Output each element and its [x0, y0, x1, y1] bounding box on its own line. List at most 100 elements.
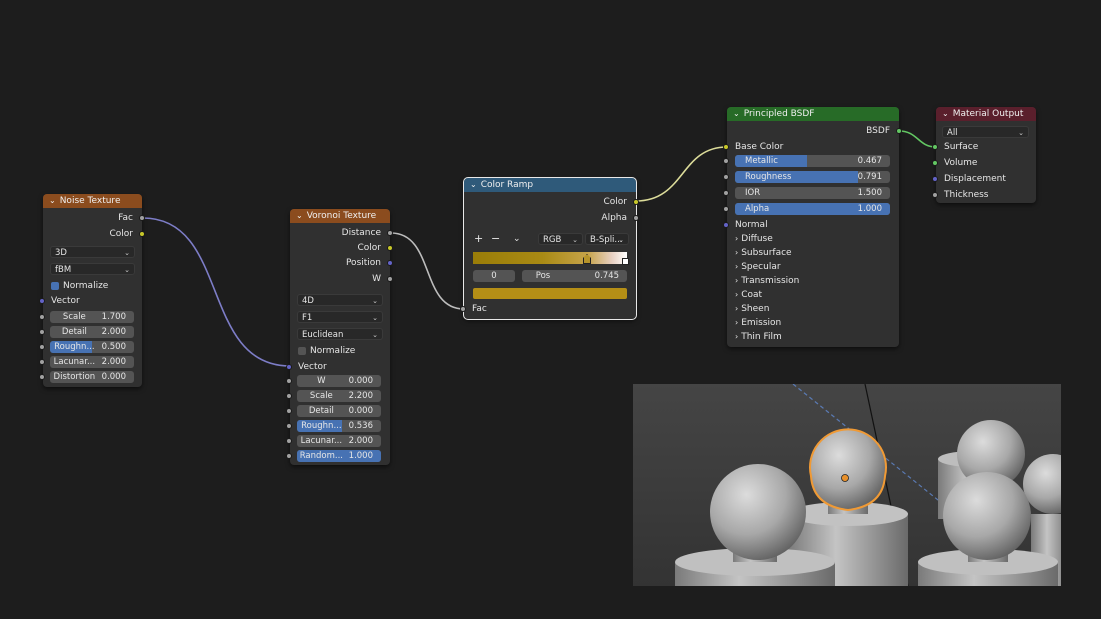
socket-bsdf[interactable]: [896, 128, 902, 134]
ramp-stop-index-field[interactable]: 0: [473, 270, 515, 282]
panel-sheen[interactable]: › Sheen: [735, 302, 769, 316]
socket-lacunar[interactable]: [286, 438, 292, 444]
field-scale[interactable]: Scale 1.700: [50, 311, 134, 323]
field-label: Lacunar...: [300, 436, 343, 446]
panel-coat[interactable]: › Coat: [735, 288, 762, 302]
color-ramp-gradient[interactable]: [473, 252, 627, 264]
socket-roughn[interactable]: [286, 423, 292, 429]
socket-alpha[interactable]: [723, 206, 729, 212]
socket-lacunar[interactable]: [39, 359, 45, 365]
field-ior[interactable]: IOR 1.500: [735, 187, 890, 199]
noise-dimensions-dropdown[interactable]: 3D ⌄: [50, 246, 135, 258]
socket-scale[interactable]: [286, 393, 292, 399]
noise-texture-node[interactable]: ⌄ Noise Texture Fac Color 3D ⌄ fBM ⌄ Normal…: [39, 194, 145, 387]
voronoi-metric-dropdown[interactable]: Euclidean ⌄: [297, 328, 383, 340]
material-output-node[interactable]: ⌄ Material Output All ⌄ Surface Volume Displ…: [932, 107, 1036, 203]
socket-scale[interactable]: [39, 314, 45, 320]
remove-stop-button[interactable]: −: [491, 233, 500, 245]
field-scale[interactable]: Scale 2.200: [297, 390, 381, 402]
socket-alpha[interactable]: [633, 215, 639, 221]
field-roughn[interactable]: Roughn... 0.536: [297, 420, 381, 432]
ramp-stop-handle-end[interactable]: [622, 258, 629, 265]
principled-bsdf-node[interactable]: ⌄ Principled BSDF BSDF Base Color Metalli…: [723, 107, 902, 347]
checkbox-unchecked-icon[interactable]: [298, 346, 306, 355]
chevron-down-icon[interactable]: ⌄: [733, 107, 740, 121]
chevron-right-icon: ›: [735, 332, 739, 341]
socket-color[interactable]: [633, 199, 639, 205]
principled-bsdf-header[interactable]: ⌄ Principled BSDF: [727, 107, 899, 121]
chevron-down-icon[interactable]: ⌄: [49, 194, 56, 208]
socket-detail[interactable]: [286, 408, 292, 414]
output-target-dropdown[interactable]: All ⌄: [942, 126, 1029, 138]
field-detail[interactable]: Detail 2.000: [50, 326, 134, 338]
socket-metallic[interactable]: [723, 158, 729, 164]
panel-specular[interactable]: › Specular: [735, 260, 781, 274]
socket-normal[interactable]: [723, 222, 729, 228]
socket-volume[interactable]: [932, 160, 938, 166]
ramp-position-field[interactable]: Pos 0.745: [522, 270, 627, 282]
field-value: 0.000: [348, 376, 373, 386]
chevron-right-icon: ›: [735, 248, 739, 257]
voronoi-dimensions-dropdown[interactable]: 4D ⌄: [297, 294, 383, 306]
panel-emission[interactable]: › Emission: [735, 316, 781, 330]
ramp-interpolation-dropdown[interactable]: B-Spli... ⌄: [585, 233, 629, 245]
socket-label: Fac: [472, 304, 487, 314]
panel-transmission[interactable]: › Transmission: [735, 274, 799, 288]
socket-fac[interactable]: [139, 215, 145, 221]
noise-texture-header[interactable]: ⌄ Noise Texture: [43, 194, 142, 208]
socket-vector[interactable]: [286, 364, 292, 370]
field-alpha[interactable]: Alpha 1.000: [735, 203, 890, 215]
socket-position[interactable]: [387, 260, 393, 266]
field-lacunar[interactable]: Lacunar... 2.000: [297, 435, 381, 447]
socket-distance[interactable]: [387, 230, 393, 236]
socket-fac[interactable]: [460, 306, 466, 312]
socket-detail[interactable]: [39, 329, 45, 335]
add-stop-button[interactable]: +: [474, 233, 483, 245]
field-w[interactable]: W 0.000: [297, 375, 381, 387]
socket-ior[interactable]: [723, 190, 729, 196]
socket-vector[interactable]: [39, 298, 45, 304]
field-roughness[interactable]: Roughness 0.791: [735, 171, 890, 183]
field-detail[interactable]: Detail 0.000: [297, 405, 381, 417]
chevron-down-icon[interactable]: ⌄: [513, 233, 521, 245]
voronoi-texture-node[interactable]: ⌄ Voronoi Texture Distance Color Position…: [286, 209, 393, 465]
field-metallic[interactable]: Metallic 0.467: [735, 155, 890, 167]
viewport-preview[interactable]: [633, 384, 1061, 586]
color-ramp-header[interactable]: ⌄ Color Ramp: [464, 178, 636, 192]
panel-thin-film[interactable]: › Thin Film: [735, 330, 782, 344]
field-lacunar[interactable]: Lacunar... 2.000: [50, 356, 134, 368]
noise-normalize-checkbox[interactable]: Normalize: [43, 279, 142, 293]
chevron-down-icon[interactable]: ⌄: [296, 209, 303, 223]
checkbox-checked-icon[interactable]: [51, 281, 59, 290]
field-random[interactable]: Random... 1.000: [297, 450, 381, 462]
socket-distortion[interactable]: [39, 374, 45, 380]
material-output-header[interactable]: ⌄ Material Output: [936, 107, 1036, 121]
socket-w[interactable]: [286, 378, 292, 384]
socket-w[interactable]: [387, 276, 393, 282]
link-bsdf-to-output-surface: [898, 130, 937, 148]
socket-roughn[interactable]: [39, 344, 45, 350]
color-ramp-node[interactable]: ⌄ Color Ramp Color Alpha + − ⌄ RGB ⌄ B-Spl…: [460, 177, 639, 320]
field-distortion[interactable]: Distortion 0.000: [50, 371, 134, 383]
ramp-color-mode-dropdown[interactable]: RGB ⌄: [538, 233, 583, 245]
socket-thickness[interactable]: [932, 192, 938, 198]
voronoi-normalize-checkbox[interactable]: Normalize: [290, 344, 390, 358]
panel-diffuse[interactable]: › Diffuse: [735, 232, 773, 246]
voronoi-texture-header[interactable]: ⌄ Voronoi Texture: [290, 209, 390, 223]
noise-type-dropdown[interactable]: fBM ⌄: [50, 263, 135, 275]
voronoi-feature-dropdown[interactable]: F1 ⌄: [297, 311, 383, 323]
node-title: Material Output: [952, 109, 1024, 119]
panel-subsurface[interactable]: › Subsurface: [735, 246, 792, 260]
field-roughn[interactable]: Roughn... 0.500: [50, 341, 134, 353]
chevron-down-icon[interactable]: ⌄: [942, 107, 949, 121]
socket-surface[interactable]: [932, 144, 938, 150]
socket-random[interactable]: [286, 453, 292, 459]
chevron-down-icon[interactable]: ⌄: [470, 178, 477, 192]
socket-color[interactable]: [387, 245, 393, 251]
socket-base-color[interactable]: [723, 144, 729, 150]
ramp-stop-color-swatch[interactable]: [473, 288, 627, 299]
socket-roughness[interactable]: [723, 174, 729, 180]
socket-displacement[interactable]: [932, 176, 938, 182]
socket-color[interactable]: [139, 231, 145, 237]
chevron-down-icon: ⌄: [124, 249, 130, 257]
